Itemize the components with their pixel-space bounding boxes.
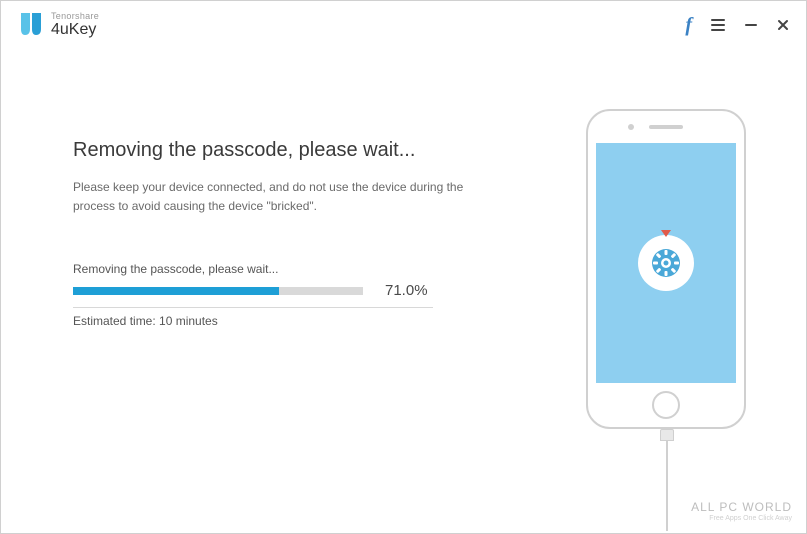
titlebar: Tenorshare 4uKey f [1,1,806,49]
device-panel [546,49,806,533]
facebook-icon[interactable]: f [685,14,692,37]
divider [73,307,433,308]
brand-logo-icon [19,11,43,39]
gear-badge [638,235,694,291]
progress-label: Removing the passcode, please wait... [73,262,526,276]
menu-icon[interactable] [710,17,726,33]
phone-camera-icon [628,124,634,130]
app-window: Tenorshare 4uKey f Removing the passcode… [0,0,807,534]
minimize-icon[interactable] [744,18,758,32]
brand: Tenorshare 4uKey [19,11,99,39]
brand-text: Tenorshare 4uKey [51,12,99,38]
phone-illustration [586,109,746,429]
progress-bar [73,287,363,295]
gear-icon [649,246,683,280]
main-panel: Removing the passcode, please wait... Pl… [1,49,546,533]
watermark: ALL PC WORLD Free Apps One Click Away [691,500,792,523]
phone-speaker-icon [649,125,683,129]
estimated-time: Estimated time: 10 minutes [73,314,526,328]
brand-product: 4uKey [51,22,99,38]
instruction-text: Please keep your device connected, and d… [73,178,473,216]
phone-home-button-icon [652,391,680,419]
progress-row: 71.0% [73,282,526,299]
window-controls: f [685,14,790,37]
progress-percent: 71.0% [385,282,428,299]
progress-section: Removing the passcode, please wait... 71… [73,262,526,328]
cable-plug-icon [660,429,674,441]
page-title: Removing the passcode, please wait... [73,139,526,162]
close-icon[interactable] [776,18,790,32]
progress-fill [73,287,279,295]
brand-company: Tenorshare [51,12,99,21]
cable-wire-icon [666,441,668,531]
watermark-line1: ALL PC WORLD [691,500,792,514]
watermark-line2: Free Apps One Click Away [691,515,792,523]
cable-illustration [660,429,674,529]
phone-screen [596,143,736,383]
content: Removing the passcode, please wait... Pl… [1,49,806,533]
